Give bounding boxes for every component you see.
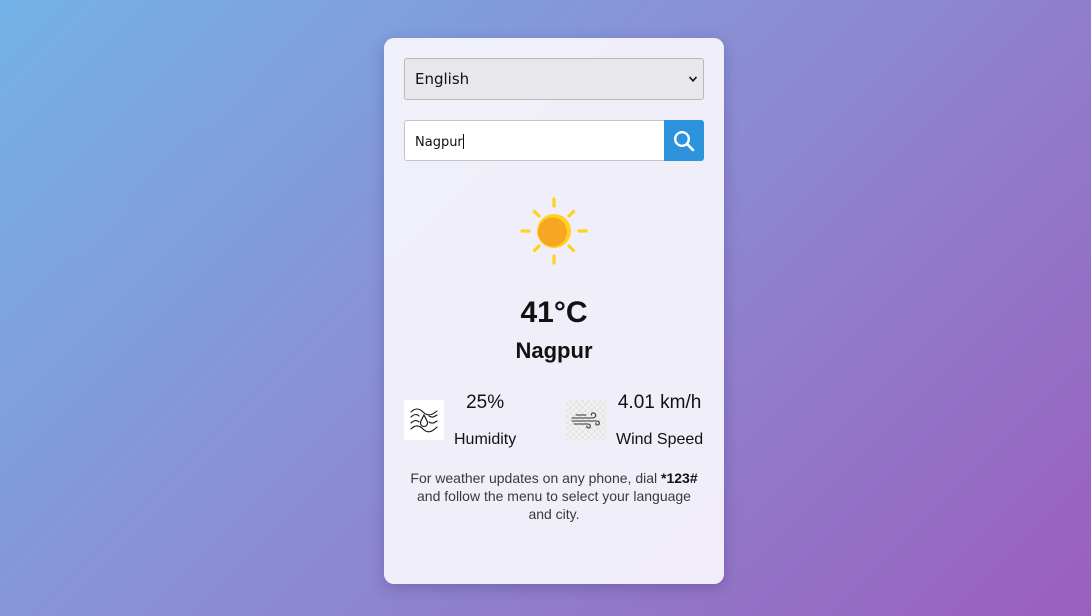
wind-icon-box — [566, 400, 606, 440]
humidity-text: 25% Humidity — [454, 391, 516, 449]
city-search-text: Nagpur — [415, 135, 463, 150]
search-bar: Nagpur — [404, 120, 704, 161]
language-select[interactable]: English — [404, 58, 704, 100]
ussd-info-text-after: and follow the menu to select your langu… — [417, 488, 691, 522]
wind-detail: 4.01 km/h Wind Speed — [566, 391, 703, 449]
wind-speed-label: Wind Speed — [616, 431, 704, 448]
wind-icon — [571, 412, 600, 429]
humidity-detail: 25% Humidity — [404, 391, 516, 449]
wind-text: 4.01 km/h Wind Speed — [616, 391, 703, 449]
search-button[interactable] — [664, 120, 704, 161]
temperature: 41°C — [520, 296, 588, 329]
humidity-icon-box — [404, 400, 444, 440]
city-name: Nagpur — [515, 338, 593, 363]
ussd-dial-code: *123# — [661, 470, 698, 486]
search-icon — [673, 130, 695, 151]
city-search-input[interactable]: Nagpur — [404, 120, 664, 161]
ussd-info-note: For weather updates on any phone, dial *… — [404, 469, 704, 523]
humidity-icon — [410, 408, 438, 433]
humidity-label: Humidity — [454, 431, 517, 448]
weather-details: 25% Humidity 4.01 km/h Wind Speed — [404, 391, 704, 461]
weather-card: English Nagpur 41°C Nagpur 25% Humidity … — [384, 38, 724, 584]
ussd-info-text-before: For weather updates on any phone, dial — [410, 470, 662, 486]
text-caret — [462, 134, 464, 149]
sun-icon — [520, 197, 588, 265]
language-select-value: English — [415, 70, 470, 88]
humidity-value: 25% — [466, 392, 505, 413]
city-search-value: Nagpur — [415, 134, 464, 150]
chevron-down-icon — [688, 76, 698, 82]
wind-speed-value: 4.01 km/h — [617, 392, 702, 413]
